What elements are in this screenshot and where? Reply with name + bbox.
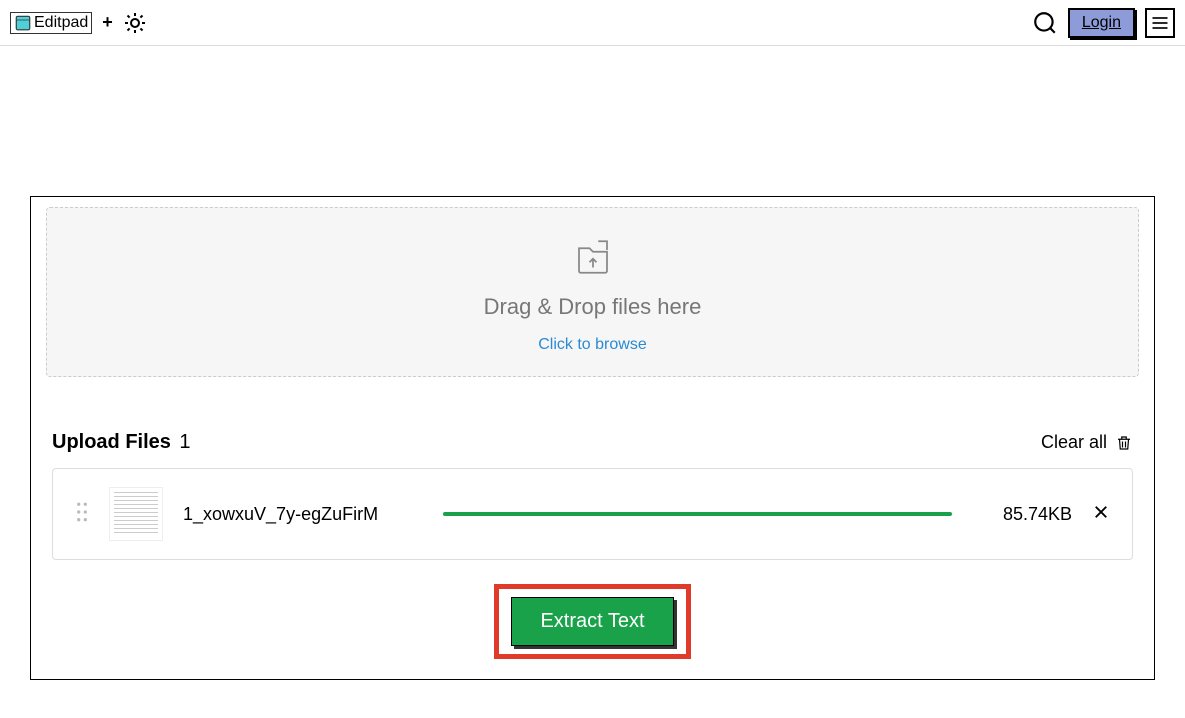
file-row: 1_xowxuV_7y-egZuFirM 85.74KB bbox=[52, 468, 1133, 560]
notebook-icon bbox=[14, 14, 32, 32]
remove-file-button[interactable] bbox=[1092, 503, 1110, 526]
drag-handle[interactable] bbox=[75, 501, 89, 528]
browse-link[interactable]: Click to browse bbox=[538, 336, 646, 354]
files-title: Upload Files bbox=[52, 431, 171, 453]
file-name: 1_xowxuV_7y-egZuFirM bbox=[183, 504, 423, 525]
extract-text-button[interactable]: Extract Text bbox=[511, 597, 673, 646]
files-count: 1 bbox=[179, 431, 190, 453]
dropzone-title: Drag & Drop files here bbox=[484, 294, 702, 320]
dropzone[interactable]: Drag & Drop files here Click to browse bbox=[46, 207, 1139, 377]
upload-panel: Drag & Drop files here Click to browse U… bbox=[30, 196, 1155, 680]
search-icon[interactable] bbox=[1032, 10, 1058, 36]
header-right: Login bbox=[1032, 8, 1175, 38]
close-icon bbox=[1092, 503, 1110, 521]
logo-text: Editpad bbox=[34, 14, 88, 32]
file-thumbnail bbox=[109, 487, 163, 541]
highlight-box: Extract Text bbox=[494, 584, 690, 659]
trash-icon bbox=[1115, 434, 1133, 452]
extract-wrap: Extract Text bbox=[46, 584, 1139, 659]
grip-icon bbox=[75, 501, 89, 523]
sun-icon[interactable] bbox=[123, 11, 147, 35]
files-title-wrap: Upload Files 1 bbox=[52, 431, 190, 454]
hamburger-menu-button[interactable] bbox=[1145, 8, 1175, 38]
login-button[interactable]: Login bbox=[1068, 8, 1135, 38]
header-left: Editpad + bbox=[10, 11, 147, 35]
clear-all-label: Clear all bbox=[1041, 432, 1107, 453]
files-header: Upload Files 1 Clear all bbox=[52, 431, 1133, 454]
app-header: Editpad + Login bbox=[0, 0, 1185, 46]
clear-all-button[interactable]: Clear all bbox=[1041, 432, 1133, 453]
app-logo[interactable]: Editpad bbox=[10, 12, 92, 34]
plus-icon[interactable]: + bbox=[102, 12, 113, 33]
upload-progress-bar bbox=[443, 512, 952, 516]
upload-folder-icon bbox=[572, 236, 614, 278]
file-size: 85.74KB bbox=[972, 504, 1072, 525]
hamburger-icon bbox=[1150, 13, 1170, 33]
